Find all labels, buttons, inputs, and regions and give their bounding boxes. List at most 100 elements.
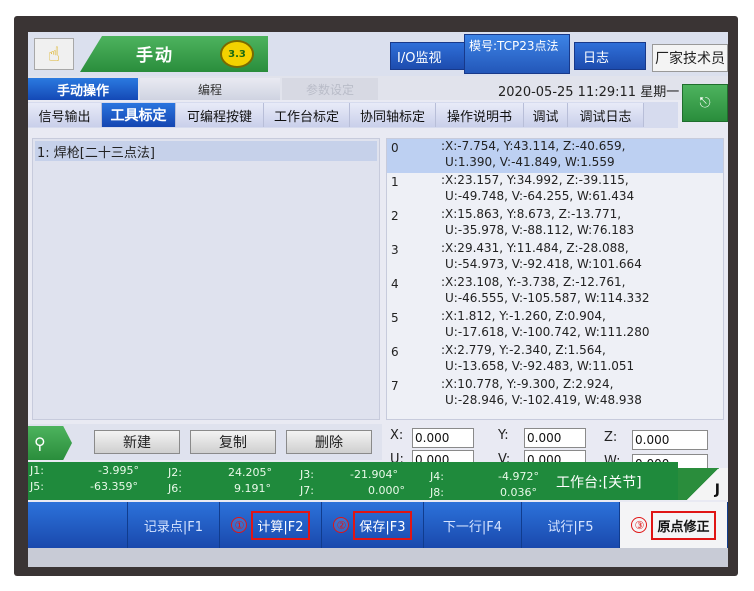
tool-list-item[interactable]: 1: 焊枪[二十三点法] bbox=[35, 141, 377, 161]
j5-value: -63.359° bbox=[90, 480, 138, 493]
point-index: 4 bbox=[391, 277, 399, 291]
action-row: ⚲ 新建 复制 删除 bbox=[28, 424, 382, 460]
bottom-strip bbox=[28, 548, 728, 567]
y-field[interactable]: 0.000 bbox=[524, 428, 586, 448]
j3-label: J3: bbox=[300, 468, 314, 481]
pendant-screen: ☝ 手动 3.3 I/O监视 模号:TCP23点法 日志 厂家技术员 手动操作 … bbox=[28, 32, 728, 567]
jog-mode-icon[interactable]: J bbox=[678, 468, 728, 500]
fkey-origin-correction-label: 原点修正 bbox=[651, 510, 716, 540]
annotation-marker-2: ② bbox=[333, 517, 350, 533]
subtab-signal-output[interactable]: 信号输出 bbox=[28, 103, 102, 127]
x-label: X: bbox=[390, 428, 404, 443]
point-index: 7 bbox=[391, 379, 399, 393]
point-uvw: U:-35.978, V:-88.112, W:76.183 bbox=[445, 223, 635, 237]
point-index: 5 bbox=[391, 311, 399, 325]
point-xyz: :X:15.863, Y:8.673, Z:-13.771, bbox=[441, 207, 622, 221]
point-uvw: U:-54.973, V:-92.418, W:101.664 bbox=[445, 257, 642, 271]
speed-badge[interactable]: 3.3 bbox=[220, 40, 254, 68]
location-pin-icon[interactable]: ⚲ bbox=[28, 426, 72, 460]
z-label: Z: bbox=[604, 430, 618, 445]
datetime: 2020-05-25 11:29:11 星期一 bbox=[498, 85, 680, 100]
fkey-next-line[interactable]: 下一行|F4 bbox=[424, 502, 522, 548]
j6-label: J6: bbox=[168, 482, 182, 495]
point-uvw: U:-49.748, V:-64.255, W:61.434 bbox=[445, 189, 635, 203]
j5-label: J5: bbox=[30, 480, 44, 493]
log-button[interactable]: 日志 bbox=[574, 42, 646, 70]
point-xyz: :X:23.157, Y:34.992, Z:-39.115, bbox=[441, 173, 629, 187]
point-index: 2 bbox=[391, 209, 399, 223]
point-index: 0 bbox=[391, 141, 399, 155]
j7-label: J7: bbox=[300, 484, 314, 497]
point-row[interactable]: 6 :X:2.779, Y:-2.340, Z:1.564, U:-13.658… bbox=[387, 343, 723, 377]
z-field[interactable]: 0.000 bbox=[632, 430, 708, 450]
worktable-status: 工作台:[关节] bbox=[556, 475, 642, 491]
tab-manual-operation[interactable]: 手动操作 bbox=[28, 78, 138, 100]
point-row[interactable]: 5 :X:1.812, Y:-1.260, Z:0.904, U:-17.618… bbox=[387, 309, 723, 343]
point-row[interactable]: 4 :X:23.108, Y:-3.738, Z:-12.761, U:-46.… bbox=[387, 275, 723, 309]
main-tab-row: 手动操作 编程 参数设定 2020-05-25 11:29:11 星期一 bbox=[28, 76, 728, 100]
j1-label: J1: bbox=[30, 464, 44, 477]
subtab-debug-log[interactable]: 调试日志 bbox=[568, 103, 644, 127]
point-xyz: :X:2.779, Y:-2.340, Z:1.564, bbox=[441, 343, 606, 357]
copy-button[interactable]: 复制 bbox=[190, 430, 276, 454]
y-label: Y: bbox=[498, 428, 509, 443]
sub-tab-row: 信号输出 工具标定 可编程按键 工作台标定 协同轴标定 操作说明书 调试 调试日… bbox=[28, 102, 678, 128]
point-row[interactable]: 0 :X:-7.754, Y:43.114, Z:-40.659, U:1.39… bbox=[387, 139, 723, 173]
point-uvw: U:1.390, V:-41.849, W:1.559 bbox=[445, 155, 615, 169]
point-xyz: :X:10.778, Y:-9.300, Z:2.924, bbox=[441, 377, 614, 391]
subtab-manual[interactable]: 操作说明书 bbox=[436, 103, 524, 127]
fkey-blank[interactable] bbox=[28, 502, 128, 548]
point-xyz: :X:23.108, Y:-3.738, Z:-12.761, bbox=[441, 275, 626, 289]
subtab-worktable-calibration[interactable]: 工作台标定 bbox=[264, 103, 350, 127]
j4-label: J4: bbox=[430, 470, 444, 483]
subtab-programmable-keys[interactable]: 可编程按键 bbox=[176, 103, 264, 127]
j1-value: -3.995° bbox=[98, 464, 139, 477]
point-xyz: :X:29.431, Y:11.484, Z:-28.088, bbox=[441, 241, 629, 255]
fkey-record-point[interactable]: 记录点|F1 bbox=[128, 502, 220, 548]
point-uvw: U:-13.658, V:-92.483, W:11.051 bbox=[445, 359, 635, 373]
tab-parameter-settings[interactable]: 参数设定 bbox=[282, 78, 378, 100]
j6-value: 9.191° bbox=[234, 482, 271, 495]
j8-value: 0.036° bbox=[500, 486, 537, 499]
point-index: 3 bbox=[391, 243, 399, 257]
point-row[interactable]: 2 :X:15.863, Y:8.673, Z:-13.771, U:-35.9… bbox=[387, 207, 723, 241]
point-row[interactable]: 1 :X:23.157, Y:34.992, Z:-39.115, U:-49.… bbox=[387, 173, 723, 207]
fkey-save-label: 保存|F3 bbox=[353, 510, 412, 540]
exit-icon[interactable]: ⎋ bbox=[682, 84, 728, 122]
annotation-marker-3: ③ bbox=[631, 517, 648, 533]
fkey-save[interactable]: ② 保存|F3 bbox=[322, 502, 424, 548]
calibration-point-list: 0 :X:-7.754, Y:43.114, Z:-40.659, U:1.39… bbox=[386, 138, 724, 420]
subtab-debug[interactable]: 调试 bbox=[524, 103, 568, 127]
j8-label: J8: bbox=[430, 486, 444, 499]
function-key-bar: 记录点|F1 ① 计算|F2 ② 保存|F3 下一行|F4 试行|F5 ③ 原点… bbox=[28, 502, 728, 548]
joint-status-bar: J1: -3.995° J2: 24.205° J3: -21.904° J4:… bbox=[28, 462, 678, 500]
fkey-calculate-label: 计算|F2 bbox=[251, 510, 310, 540]
model-button[interactable]: 模号:TCP23点法 bbox=[464, 34, 570, 74]
j4-value: -4.972° bbox=[498, 470, 539, 483]
fkey-origin-correction[interactable]: ③ 原点修正 bbox=[620, 502, 728, 548]
j3-value: -21.904° bbox=[350, 468, 398, 481]
point-uvw: U:-17.618, V:-100.742, W:111.280 bbox=[445, 325, 650, 339]
j2-label: J2: bbox=[168, 466, 182, 479]
tool-list: 1: 焊枪[二十三点法] bbox=[32, 138, 380, 420]
fkey-calculate[interactable]: ① 计算|F2 bbox=[220, 502, 322, 548]
point-index: 1 bbox=[391, 175, 399, 189]
x-field[interactable]: 0.000 bbox=[412, 428, 474, 448]
fkey-trial-run[interactable]: 试行|F5 bbox=[522, 502, 620, 548]
new-button[interactable]: 新建 bbox=[94, 430, 180, 454]
io-monitor-button[interactable]: I/O监视 bbox=[390, 42, 474, 70]
point-row[interactable]: 3 :X:29.431, Y:11.484, Z:-28.088, U:-54.… bbox=[387, 241, 723, 275]
j7-value: 0.000° bbox=[368, 484, 405, 497]
j2-value: 24.205° bbox=[228, 466, 272, 479]
delete-button[interactable]: 删除 bbox=[286, 430, 372, 454]
point-row[interactable]: 7 :X:10.778, Y:-9.300, Z:2.924, U:-28.94… bbox=[387, 377, 723, 411]
subtab-coop-axis-calibration[interactable]: 协同轴标定 bbox=[350, 103, 436, 127]
mode-label: 手动 bbox=[136, 46, 174, 66]
point-xyz: :X:-7.754, Y:43.114, Z:-40.659, bbox=[441, 139, 626, 153]
jog-mode-label: J bbox=[714, 482, 720, 498]
subtab-tool-calibration[interactable]: 工具标定 bbox=[102, 103, 176, 127]
annotation-marker-1: ① bbox=[231, 517, 248, 533]
tab-programming[interactable]: 编程 bbox=[140, 78, 280, 100]
user-level-button[interactable]: 厂家技术员 bbox=[652, 44, 728, 72]
hand-icon[interactable]: ☝ bbox=[34, 38, 74, 70]
